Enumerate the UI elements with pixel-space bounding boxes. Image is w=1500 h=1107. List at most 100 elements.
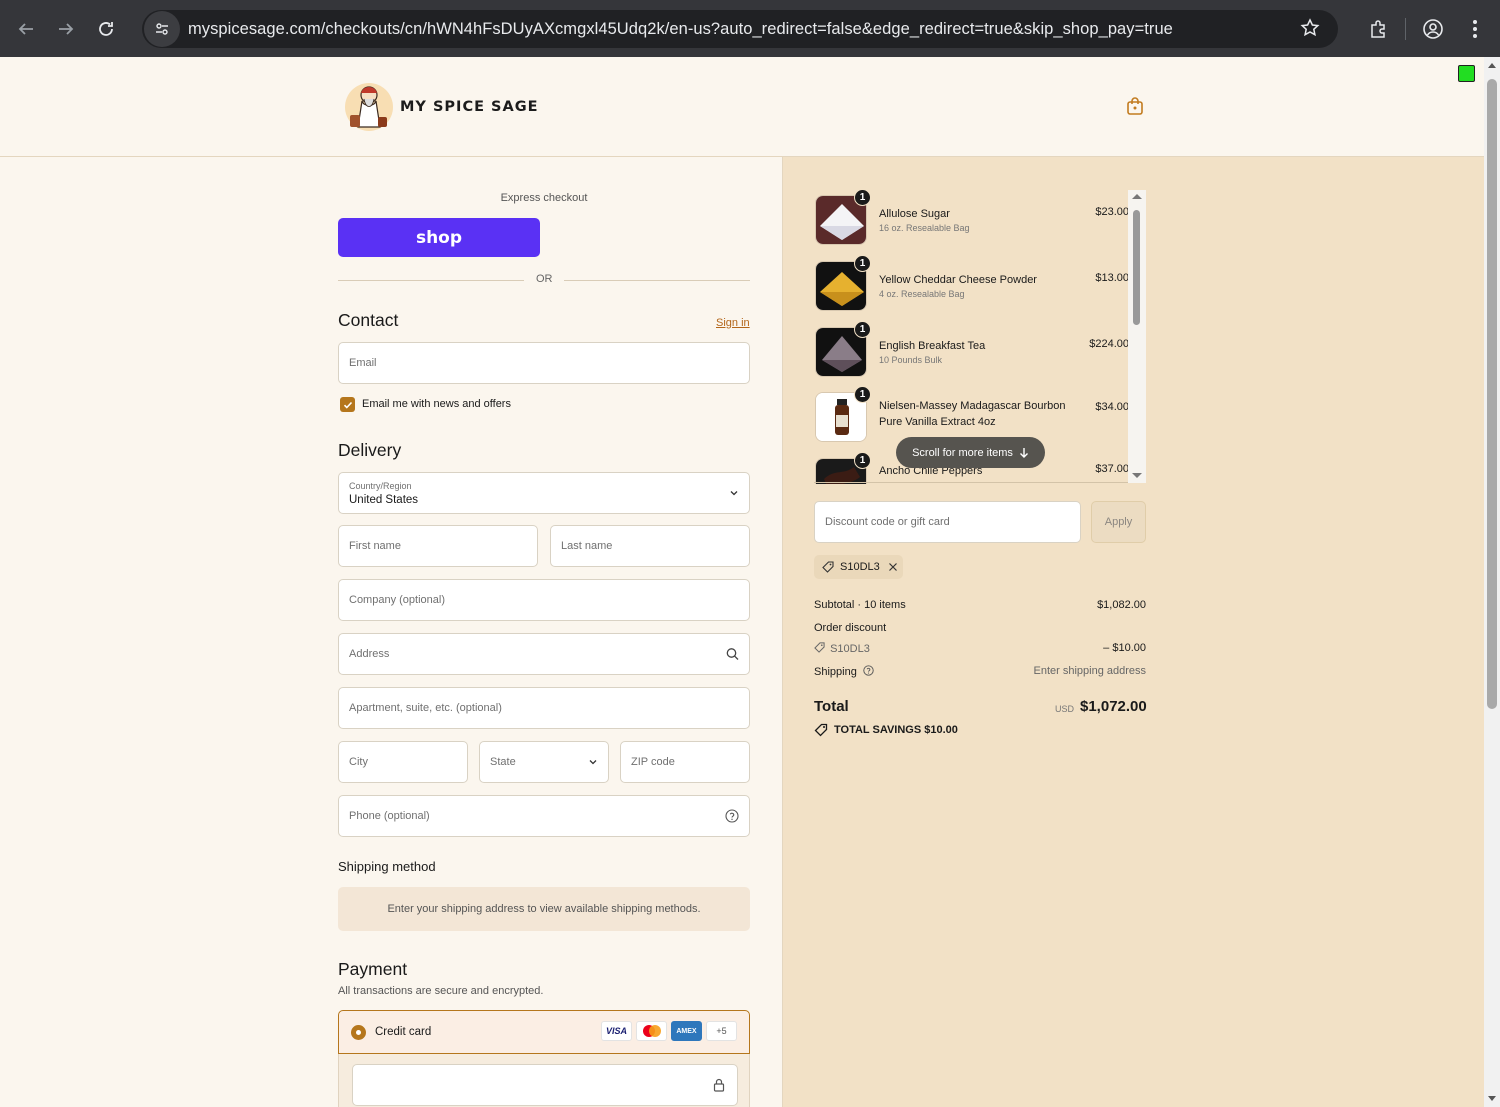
list-item: 1 English Breakfast Tea 10 Pounds Bulk $… (814, 320, 1129, 377)
zip-placeholder: ZIP code (631, 756, 675, 768)
help-circle-icon[interactable] (725, 809, 739, 823)
applied-code-text: S10DL3 (840, 561, 880, 573)
back-button[interactable] (6, 9, 46, 49)
store-header: MY SPICE SAGE (0, 57, 1484, 157)
list-item: 1 Yellow Cheddar Cheese Powder 4 oz. Res… (814, 254, 1129, 311)
apartment-placeholder: Apartment, suite, etc. (optional) (349, 702, 502, 714)
quantity-badge: 1 (854, 386, 871, 403)
credit-card-option[interactable]: Credit card VISA AMEX +5 (338, 1010, 750, 1054)
zip-field[interactable]: ZIP code (620, 741, 750, 783)
reload-button[interactable] (86, 9, 126, 49)
apartment-field[interactable]: Apartment, suite, etc. (optional) (338, 687, 750, 729)
chevron-down-icon (730, 491, 738, 496)
address-placeholder: Address (349, 648, 390, 660)
phone-field[interactable]: Phone (optional) (338, 795, 750, 837)
scroll-down-arrow-icon[interactable] (1131, 472, 1143, 480)
url-text[interactable]: myspicesage.com/checkouts/cn/hWN4hFsDUyA… (188, 20, 1173, 39)
address-bar[interactable]: myspicesage.com/checkouts/cn/hWN4hFsDUyA… (142, 10, 1338, 48)
items-divider (814, 482, 1128, 483)
address-field[interactable]: Address (338, 633, 750, 675)
discount-code-input[interactable]: Discount code or gift card (814, 501, 1081, 543)
items-scrollbar[interactable] (1128, 190, 1146, 483)
item-variant: 16 oz. Resealable Bag (879, 223, 970, 233)
quantity-badge: 1 (854, 321, 871, 338)
store-logo[interactable]: MY SPICE SAGE (342, 79, 539, 135)
search-icon (726, 648, 739, 660)
scrollbar-thumb[interactable] (1133, 210, 1140, 325)
quantity-badge: 1 (854, 452, 871, 469)
express-checkout-label: Express checkout (500, 192, 588, 204)
forward-button[interactable] (46, 9, 86, 49)
reload-icon (99, 21, 113, 36)
first-name-placeholder: First name (349, 540, 401, 552)
card-number-field[interactable] (352, 1064, 738, 1106)
toolbar-separator (1405, 17, 1406, 40)
total-label: Total (814, 698, 849, 715)
shopping-bag-icon (1127, 97, 1143, 115)
status-indicator (1458, 65, 1475, 82)
company-field[interactable]: Company (optional) (338, 579, 750, 621)
credit-card-radio[interactable] (351, 1025, 366, 1040)
phone-placeholder: Phone (optional) (349, 810, 430, 822)
page-scrollbar-thumb[interactable] (1487, 79, 1497, 709)
cart-button[interactable] (1124, 95, 1146, 117)
discount-code-label: S10DL3 (830, 643, 870, 655)
country-select[interactable]: Country/Region United States (338, 472, 750, 514)
profile-icon[interactable] (1412, 8, 1454, 50)
scroll-down-arrow-icon[interactable] (1487, 1095, 1497, 1103)
scroll-more-label: Scroll for more items (912, 446, 1013, 459)
email-placeholder: Email (349, 357, 377, 369)
menu-kebab-icon[interactable] (1454, 8, 1496, 50)
company-placeholder: Company (optional) (349, 594, 445, 606)
item-price: $23.00 (1095, 206, 1129, 218)
applied-discount-tag: S10DL3 (814, 555, 903, 579)
total-value: $1,072.00 (1080, 698, 1147, 715)
apply-discount-button[interactable]: Apply (1091, 501, 1146, 543)
item-name: English Breakfast Tea (879, 340, 986, 352)
subtotal-value: $1,082.00 (1097, 599, 1146, 611)
newsletter-checkbox[interactable] (340, 397, 355, 412)
arrow-right-icon (59, 22, 74, 35)
close-icon[interactable] (888, 562, 898, 572)
more-cards-badge: +5 (706, 1021, 737, 1041)
total-savings-text: TOTAL SAVINGS $10.00 (834, 724, 958, 736)
checkout-page: MY SPICE SAGE Express checkout shop OR C… (0, 57, 1484, 1107)
last-name-field[interactable]: Last name (550, 525, 750, 567)
shipping-method-info: Enter your shipping address to view avai… (338, 887, 750, 931)
or-divider: OR (338, 273, 750, 287)
bookmark-star-icon[interactable] (1300, 18, 1320, 44)
credit-card-fields (338, 1054, 750, 1107)
order-discount-label: Order discount (814, 622, 887, 634)
state-placeholder: State (490, 756, 516, 768)
arrow-down-icon (1019, 447, 1028, 458)
city-placeholder: City (349, 756, 368, 768)
discount-placeholder: Discount code or gift card (825, 516, 950, 528)
state-select[interactable]: State (479, 741, 609, 783)
page-scrollbar[interactable] (1484, 57, 1500, 1107)
help-circle-icon[interactable] (863, 665, 874, 676)
shipping-value: Enter shipping address (1033, 665, 1146, 677)
scroll-up-arrow-icon[interactable] (1131, 192, 1143, 200)
tag-icon (822, 561, 834, 573)
item-name: Allulose Sugar (879, 208, 950, 220)
item-variant: 4 oz. Resealable Bag (879, 289, 965, 299)
payment-subtitle: All transactions are secure and encrypte… (338, 985, 544, 997)
item-variant: 10 Pounds Bulk (879, 355, 943, 365)
shop-pay-button[interactable]: shop (338, 218, 540, 257)
item-name: Nielsen-Massey Madagascar Bourbon Pure V… (879, 400, 1066, 428)
mastercard-icon (636, 1021, 667, 1041)
site-settings-icon[interactable] (144, 11, 180, 47)
country-label: Country/Region (349, 481, 412, 491)
discount-value: – $10.00 (1103, 642, 1146, 654)
item-price: $37.00 (1095, 463, 1129, 475)
item-name: Yellow Cheddar Cheese Powder (879, 274, 1037, 286)
scroll-up-arrow-icon[interactable] (1487, 61, 1497, 69)
scroll-more-button[interactable]: Scroll for more items (896, 437, 1045, 468)
sign-in-link[interactable]: Sign in (716, 317, 750, 329)
credit-card-label: Credit card (375, 1026, 432, 1038)
email-field[interactable]: Email (338, 342, 750, 384)
city-field[interactable]: City (338, 741, 468, 783)
extensions-icon[interactable] (1357, 8, 1399, 50)
last-name-placeholder: Last name (561, 540, 613, 552)
first-name-field[interactable]: First name (338, 525, 538, 567)
